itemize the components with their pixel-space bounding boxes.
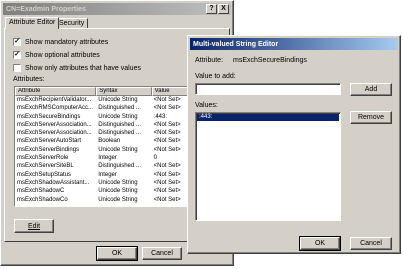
show-values-only-checkbox[interactable]: Show only attributes that have values (13, 64, 141, 72)
show-optional-label: Show optional attributes (25, 51, 100, 59)
cell-syntax: Distinguished ... (98, 121, 141, 128)
show-mandatory-label: Show mandatory attributes (25, 38, 109, 46)
cell-attribute: msExchServerAssociation... (17, 121, 92, 128)
cell-attribute: msExchShadowCo (17, 196, 68, 203)
tab-attribute-editor[interactable]: Attribute Editor (5, 17, 60, 29)
editor-title: Multi-valued String Editor (193, 40, 279, 48)
multi-valued-editor-dialog: Multi-valued String Editor Attribute: ms… (187, 35, 401, 254)
cell-attribute: msExchServerSiteBL (17, 163, 74, 170)
attributes-label: Attributes: (13, 76, 45, 83)
cell-syntax: Unicode String (98, 146, 138, 153)
show-values-only-label: Show only attributes that have values (25, 64, 141, 72)
values-label: Values: (195, 102, 218, 109)
cell-attribute: msExchServerAutoStart (17, 138, 82, 145)
editor-ok-button[interactable]: OK (299, 236, 341, 251)
cell-syntax: Unicode String (98, 179, 138, 186)
cell-attribute: msExchSetupStatus (17, 171, 72, 178)
cell-attribute: msExchServerRole (17, 155, 69, 162)
column-syntax[interactable]: Syntax (96, 87, 152, 96)
properties-title: CN=Exadmin Properties (6, 5, 86, 13)
show-optional-checkbox[interactable]: ✓ Show optional attributes (13, 51, 100, 59)
cell-syntax: Distinguished ... (98, 105, 141, 112)
cell-syntax: Integer (98, 155, 117, 162)
add-button[interactable]: Add (350, 83, 392, 96)
cell-syntax: Distinguished ... (98, 130, 141, 137)
edit-label: Edit (27, 222, 41, 230)
cell-attribute: msExchRecipientValidator... (17, 97, 92, 103)
cell-attribute: msExchServerAssociation... (17, 130, 92, 137)
cell-syntax: Unicode String (98, 113, 138, 120)
cell-attribute: msExchShadowC (17, 188, 65, 195)
cell-syntax: Unicode String (98, 97, 138, 103)
cell-attribute: msExchRMSComputerAcc... (17, 105, 94, 112)
attribute-label: Attribute: (195, 57, 224, 64)
editor-cancel-button[interactable]: Cancel (350, 237, 392, 250)
help-button[interactable]: ? (206, 4, 217, 14)
cell-syntax: Boolean (98, 138, 121, 145)
ok-button[interactable]: OK (96, 246, 138, 261)
remove-button[interactable]: Remove (350, 111, 392, 124)
column-attribute[interactable]: Attribute (15, 87, 97, 96)
checkbox-box (13, 64, 21, 72)
checkmark-icon: ✓ (13, 51, 21, 59)
cell-syntax: Unicode String (98, 196, 138, 203)
values-list[interactable]: :443: (195, 112, 341, 221)
attribute-name: msExchSecureBindings (233, 57, 307, 64)
cell-syntax: Unicode String (98, 188, 138, 195)
cancel-button[interactable]: Cancel (142, 247, 182, 260)
cell-attribute: msExchShadowAssistant... (17, 179, 90, 186)
cell-attribute: msExchServerBindings (17, 146, 80, 153)
values-list-item[interactable]: :443: (197, 114, 339, 121)
properties-titlebar: CN=Exadmin Properties ? X (3, 3, 231, 15)
cell-syntax: Integer (98, 171, 117, 178)
close-button[interactable]: X (218, 4, 229, 14)
value-to-add-label: Value to add: (195, 73, 236, 80)
checkmark-icon: ✓ (13, 38, 21, 46)
cell-syntax: Distinguished ... (98, 163, 141, 170)
edit-button[interactable]: Edit (14, 219, 54, 233)
editor-titlebar: Multi-valued String Editor (190, 38, 398, 50)
value-to-add-input[interactable] (195, 83, 341, 95)
cell-attribute: msExchSecureBindings (17, 113, 81, 120)
show-mandatory-checkbox[interactable]: ✓ Show mandatory attributes (13, 38, 108, 46)
